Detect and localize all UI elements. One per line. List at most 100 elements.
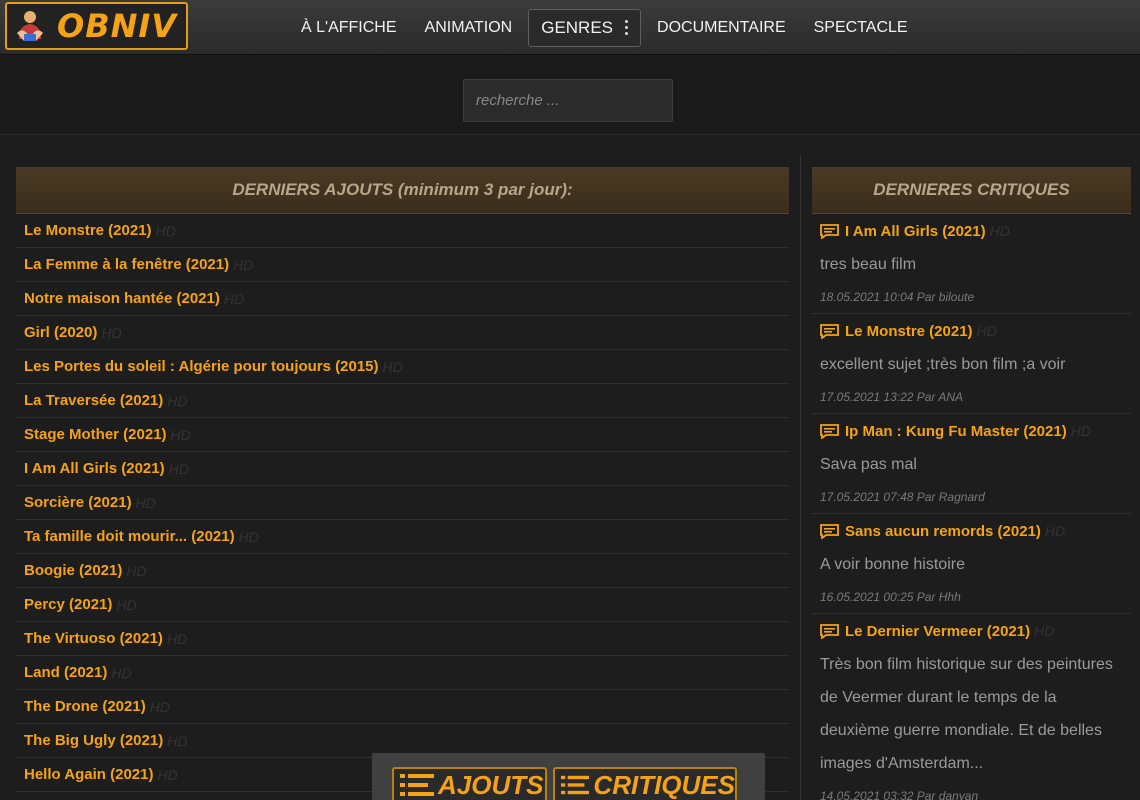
movie-title-link[interactable]: Le Monstre (2021)	[24, 222, 152, 239]
movie-title-link[interactable]: Land (2021)	[24, 664, 107, 681]
list-item[interactable]: La Femme à la fenêtre (2021) HD	[16, 248, 789, 282]
nav-documentaire[interactable]: DOCUMENTAIRE	[643, 19, 800, 37]
movie-title-link[interactable]: The Drone (2021)	[24, 698, 146, 715]
nav-genres-label: GENRES	[541, 17, 614, 37]
movie-title-link[interactable]: Sorcière (2021)	[24, 494, 132, 511]
nav-genres-dropdown[interactable]: GENRES	[528, 8, 642, 47]
review-movie-link[interactable]: Le Monstre (2021)	[845, 323, 973, 340]
hd-badge: HD	[382, 358, 403, 375]
hd-badge: HD	[1070, 423, 1091, 439]
review-movie-link[interactable]: Le Dernier Vermeer (2021)	[845, 623, 1030, 640]
hd-badge: HD	[233, 256, 254, 273]
review-text: Sava pas mal	[820, 456, 917, 473]
latest-additions-header: DERNIERS AJOUTS (minimum 3 par jour):	[16, 167, 789, 214]
list-item[interactable]: I Am All Girls (2021) HD	[16, 452, 789, 486]
movie-title-link[interactable]: Boogie (2021)	[24, 562, 122, 579]
logo-icon	[17, 11, 43, 41]
movie-title-link[interactable]: Percy (2021)	[24, 596, 112, 613]
review-meta: 16.05.2021 00:25 Par Hhh	[812, 581, 1131, 614]
main-nav: À L'AFFICHE ANIMATION GENRES DOCUMENTAIR…	[287, 0, 922, 55]
comment-icon	[820, 223, 839, 239]
review-text: images d'Amsterdam...	[820, 755, 984, 772]
movie-title-link[interactable]: Ta famille doit mourir... (2021)	[24, 528, 235, 545]
list-item[interactable]: Les Portes du soleil : Algérie pour touj…	[16, 350, 789, 384]
review-item: I Am All Girls (2021) HD tres beau film 18.…	[812, 214, 1131, 314]
hd-badge: HD	[155, 222, 176, 239]
review-meta: 18.05.2021 10:04 Par biloute	[812, 281, 1131, 314]
hd-badge: HD	[126, 562, 147, 579]
review-movie-link[interactable]: Sans aucun remords (2021)	[845, 523, 1041, 540]
hd-badge: HD	[135, 494, 156, 511]
review-meta: 14.05.2021 03:32 Par danyan	[812, 780, 1131, 800]
list-item[interactable]: The Virtuoso (2021) HD	[16, 622, 789, 656]
review-title-row[interactable]: Le Monstre (2021) HD	[812, 314, 1131, 348]
review-item: Ip Man : Kung Fu Master (2021) HD Sava pas…	[812, 414, 1131, 514]
hd-badge: HD	[157, 766, 178, 783]
review-movie-link[interactable]: I Am All Girls (2021)	[845, 223, 986, 240]
review-item: Le Monstre (2021) HD excellent sujet ;très…	[812, 314, 1131, 414]
ajouts-label: AJOUTS	[438, 769, 544, 800]
movie-title-link[interactable]: I Am All Girls (2021)	[24, 460, 165, 477]
hd-badge: HD	[101, 324, 122, 341]
movie-title-link[interactable]: La Femme à la fenêtre (2021)	[24, 256, 229, 273]
list-item[interactable]: La Traversée (2021) HD	[16, 384, 789, 418]
hd-badge: HD	[149, 698, 170, 715]
comment-icon	[820, 423, 839, 439]
column-divider	[800, 155, 801, 800]
comment-icon	[820, 623, 839, 639]
list-item[interactable]: Land (2021) HD	[16, 656, 789, 690]
review-text: tres beau film	[820, 256, 917, 273]
latest-reviews-list: I Am All Girls (2021) HD tres beau film 18.…	[812, 214, 1131, 800]
movie-title-link[interactable]: Girl (2020)	[24, 324, 97, 341]
review-meta: 17.05.2021 13:22 Par ANA	[812, 381, 1131, 414]
latest-reviews-panel: DERNIERES CRITIQUES I Am All Girls (2021…	[812, 167, 1131, 800]
review-text: de Veermer durant le temps de la	[820, 689, 1057, 706]
hd-badge: HD	[1034, 623, 1055, 639]
list-item[interactable]: Boogie (2021) HD	[16, 554, 789, 588]
site-logo[interactable]: OBNIV	[5, 2, 188, 50]
movie-title-link[interactable]: Les Portes du soleil : Algérie pour touj…	[24, 358, 379, 375]
nav-animation[interactable]: ANIMATION	[411, 19, 527, 37]
search-input[interactable]	[463, 79, 673, 122]
logo-text: OBNIV	[57, 7, 178, 45]
critiques-label: CRITIQUES	[593, 769, 735, 800]
nav-spectacle[interactable]: SPECTACLE	[800, 19, 922, 37]
list-item[interactable]: Notre maison hantée (2021) HD	[16, 282, 789, 316]
list-icon	[400, 774, 434, 796]
hd-badge: HD	[238, 528, 259, 545]
list-item[interactable]: The Drone (2021) HD	[16, 690, 789, 724]
list-item[interactable]: Le Monstre (2021) HD	[16, 214, 789, 248]
hd-badge: HD	[116, 596, 137, 613]
movie-title-link[interactable]: The Virtuoso (2021)	[24, 630, 163, 647]
hd-badge: HD	[1044, 523, 1066, 539]
critiques-button[interactable]: CRITIQUES	[553, 767, 737, 800]
latest-reviews-header: DERNIERES CRITIQUES	[812, 167, 1131, 214]
movie-title-link[interactable]: Stage Mother (2021)	[24, 426, 167, 443]
hd-badge: HD	[168, 460, 189, 477]
review-movie-link[interactable]: Ip Man : Kung Fu Master (2021)	[845, 423, 1067, 440]
nav-a-laffiche[interactable]: À L'AFFICHE	[287, 19, 411, 37]
movie-title-link[interactable]: Notre maison hantée (2021)	[24, 290, 220, 307]
movie-title-link[interactable]: The Big Ugly (2021)	[24, 732, 163, 749]
list-item[interactable]: Ta famille doit mourir... (2021) HD	[16, 520, 789, 554]
review-text: deuxième guerre mondiale. Et de belles	[820, 722, 1102, 739]
review-title-row[interactable]: I Am All Girls (2021) HD	[812, 214, 1131, 248]
list-item[interactable]: Stage Mother (2021) HD	[16, 418, 789, 452]
hd-badge: HD	[223, 290, 245, 307]
list-item[interactable]: Sorcière (2021) HD	[16, 486, 789, 520]
list-item[interactable]: Girl (2020) HD	[16, 316, 789, 350]
latest-additions-panel: DERNIERS AJOUTS (minimum 3 par jour): Le…	[16, 167, 789, 792]
movie-title-link[interactable]: Hello Again (2021)	[24, 766, 153, 783]
hd-badge: HD	[976, 323, 997, 339]
movie-title-link[interactable]: La Traversée (2021)	[24, 392, 163, 409]
hd-badge: HD	[170, 426, 191, 443]
review-title-row[interactable]: Sans aucun remords (2021) HD	[812, 514, 1131, 548]
hd-badge: HD	[111, 664, 132, 681]
review-title-row[interactable]: Le Dernier Vermeer (2021) HD	[812, 614, 1131, 648]
list-item[interactable]: Percy (2021) HD	[16, 588, 789, 622]
ajouts-button[interactable]: AJOUTS	[392, 767, 547, 800]
search-area	[0, 56, 1140, 135]
comment-icon	[820, 323, 839, 339]
review-item: Le Dernier Vermeer (2021) HD Très bon film…	[812, 614, 1131, 800]
review-title-row[interactable]: Ip Man : Kung Fu Master (2021) HD	[812, 414, 1131, 448]
